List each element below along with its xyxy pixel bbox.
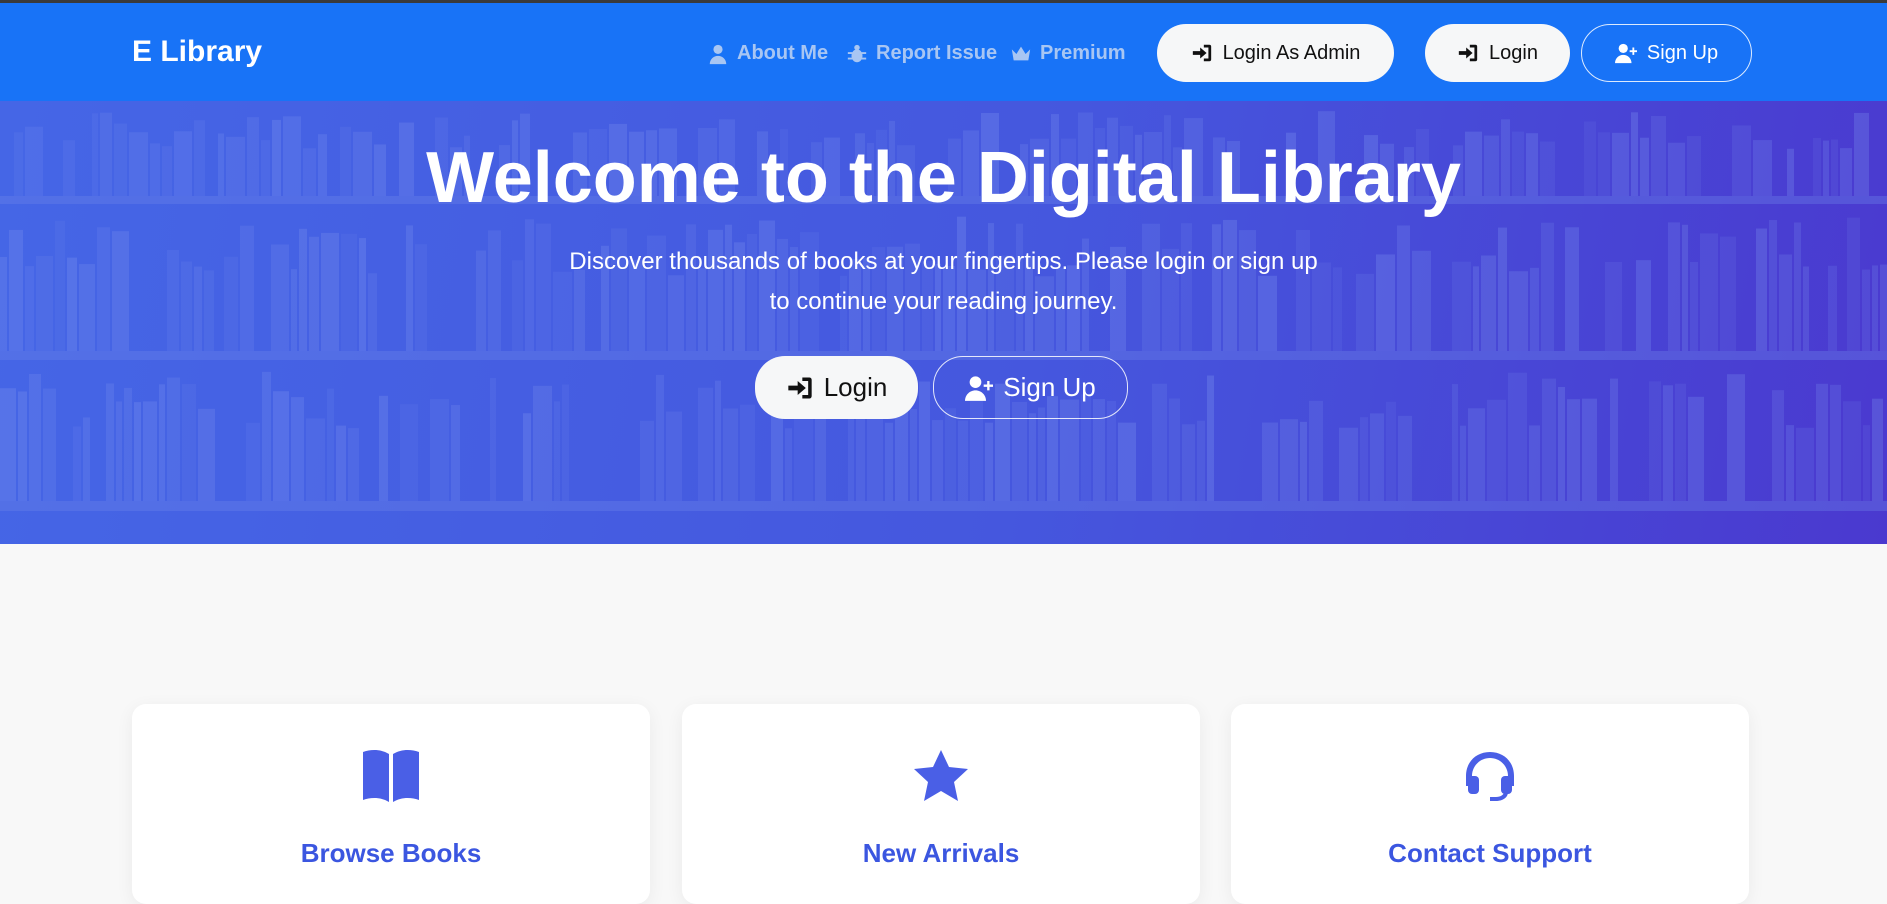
- headset-icon: [1466, 752, 1514, 801]
- nav-report-issue[interactable]: Report Issue: [846, 42, 997, 65]
- hero-login-button[interactable]: Login: [755, 356, 918, 419]
- nav-signup-label: Sign Up: [1646, 41, 1719, 64]
- navbar: E Library About Me Report Issue Premium …: [0, 3, 1887, 101]
- nav-about-me-label: About Me: [737, 42, 829, 64]
- nav-premium[interactable]: Premium: [1010, 42, 1126, 65]
- hero-signup-label: Sign Up: [1003, 372, 1096, 402]
- sign-in-icon: [788, 377, 812, 398]
- nav-login-button[interactable]: Login: [1425, 24, 1570, 82]
- bug-icon: [847, 44, 867, 62]
- star-icon: [914, 750, 968, 801]
- hero-signup-button[interactable]: Sign Up: [933, 356, 1128, 419]
- nav-signup-button[interactable]: Sign Up: [1581, 24, 1752, 82]
- login-as-admin-button[interactable]: Login As Admin: [1157, 24, 1394, 82]
- sign-in-icon: [1458, 44, 1478, 62]
- hero-title: Welcome to the Digital Library: [426, 138, 1461, 218]
- feature-card-title: New Arrivals: [862, 838, 1020, 868]
- hero-subtitle: Discover thousands of books at your fing…: [569, 248, 1318, 315]
- user-plus-icon: [965, 375, 994, 401]
- login-as-admin-label: Login As Admin: [1222, 41, 1361, 64]
- book-open-icon: [363, 749, 419, 802]
- feature-card-new-arrivals[interactable]: New Arrivals: [682, 704, 1200, 904]
- nav-report-issue-label: Report Issue: [876, 42, 998, 64]
- feature-card-browse-books[interactable]: Browse Books: [132, 704, 650, 904]
- crown-icon: [1011, 46, 1031, 60]
- hero-login-label: Login: [823, 372, 888, 402]
- hero-banner: Welcome to the Digital Library Discover …: [0, 101, 1887, 544]
- nav-about-me[interactable]: About Me: [707, 42, 828, 65]
- feature-card-contact-support[interactable]: Contact Support: [1231, 704, 1749, 904]
- brand-logo[interactable]: E Library: [132, 35, 262, 69]
- sign-in-icon: [1192, 44, 1211, 62]
- feature-card-title: Contact Support: [1388, 838, 1592, 868]
- feature-card-title: Browse Books: [300, 838, 482, 868]
- nav-premium-label: Premium: [1040, 42, 1126, 64]
- user-plus-icon: [1614, 43, 1637, 64]
- nav-login-label: Login: [1489, 41, 1538, 64]
- user-icon: [709, 44, 727, 64]
